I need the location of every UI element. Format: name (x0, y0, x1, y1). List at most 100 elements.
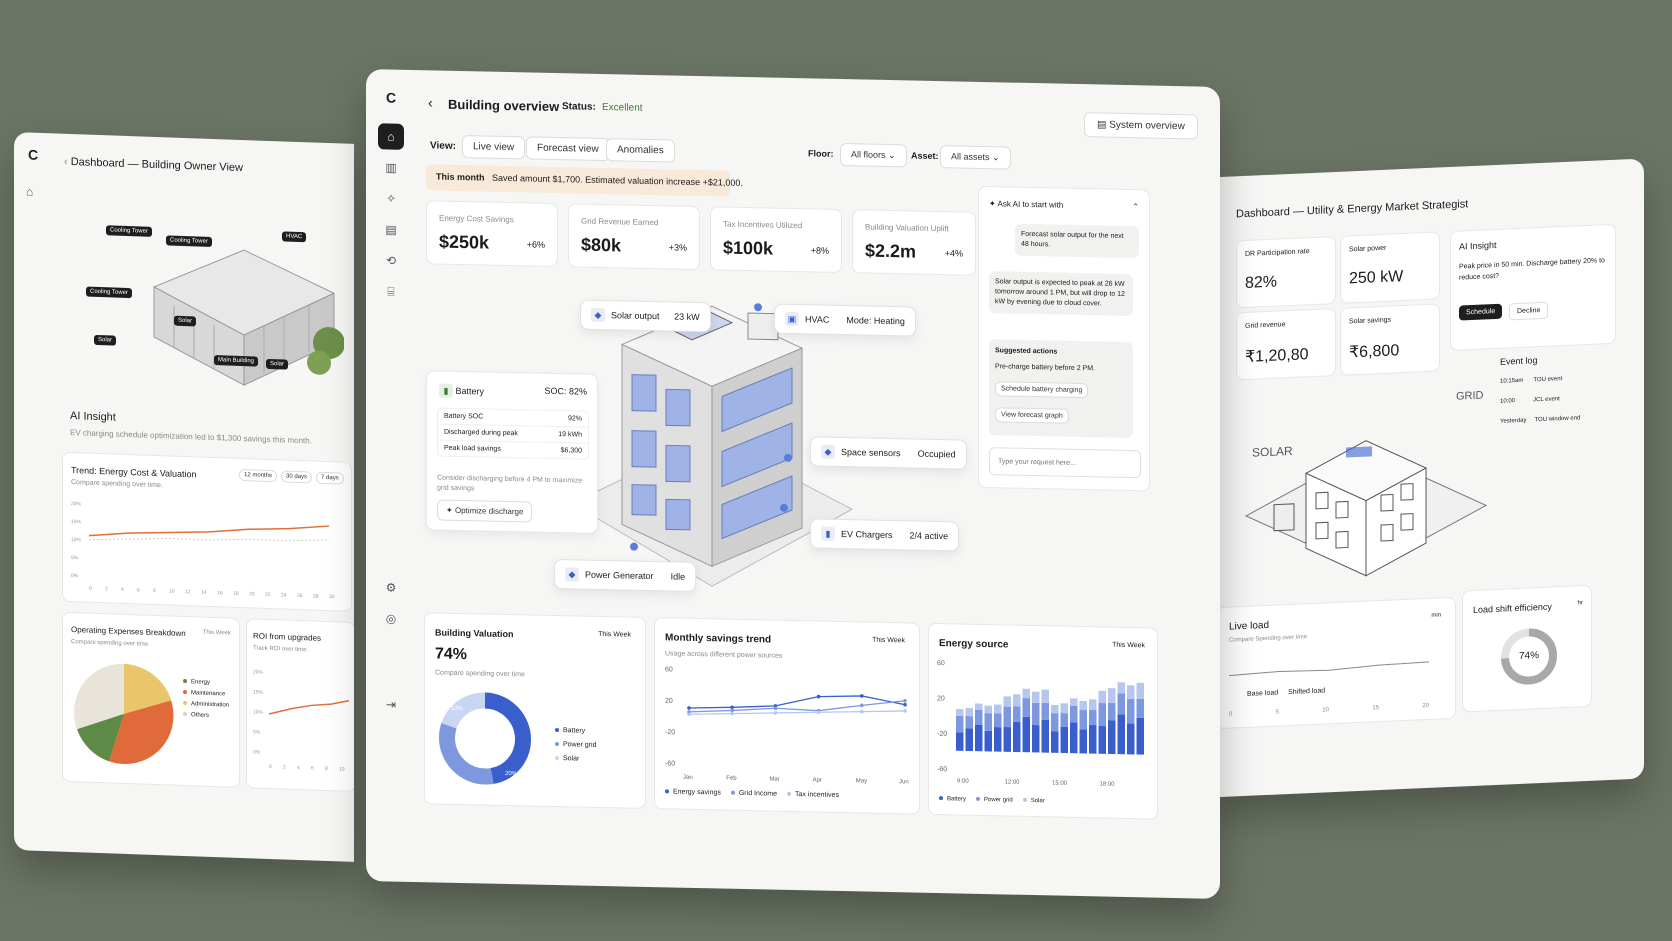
savings-legend: Energy savings Grid Income Tax incentive… (665, 788, 839, 799)
collapse-chevron-icon[interactable]: ⌃ (1132, 202, 1139, 211)
energy-bar-segment (1117, 693, 1125, 715)
sidebar-sparkle-icon[interactable]: ✧ (378, 185, 404, 212)
back-icon[interactable]: ‹ (64, 156, 71, 168)
energy-bar-segment (965, 707, 973, 717)
solar-power-value: 250 kW (1349, 268, 1404, 288)
roi-card: ROI from upgrades Track ROI over time. 2… (246, 618, 354, 793)
energy-bar-segment (1070, 722, 1078, 754)
energy-bar-segment (994, 704, 1002, 714)
opex-title: Operating Expenses Breakdown (71, 625, 186, 639)
kpi-valuation-uplift: Building Valuation Uplift $2.2m +4% (852, 209, 976, 276)
ev-chargers-chip[interactable]: ▮ EV Chargers 2/4 active (810, 518, 960, 552)
energy-xtick: 18:00 (1100, 781, 1116, 787)
event-item-1[interactable]: 10:15am TOU event (1500, 373, 1630, 385)
savings-point (903, 709, 907, 713)
tag-solar-1[interactable]: Solar (94, 334, 117, 346)
savings-point (687, 706, 691, 710)
tag-cooling-tower-1[interactable]: Cooling Tower (106, 225, 152, 237)
tab-live-view[interactable]: Live view (462, 135, 526, 160)
tag-main-building[interactable]: Main Building (214, 355, 259, 367)
trend-x-10: 20 (249, 591, 255, 597)
solar-output-chip[interactable]: ◆ Solar output 23 kW (580, 299, 711, 333)
savings-period[interactable]: This Week (872, 637, 905, 645)
sidebar-route-icon[interactable]: ⟲ (378, 247, 404, 274)
range-12-months[interactable]: 12 months (239, 468, 278, 483)
space-sensors-chip[interactable]: ◆ Space sensors Occupied (810, 436, 967, 470)
sidebar-bank-icon[interactable]: ⌸ (378, 278, 404, 305)
system-overview-button[interactable]: ▤ System overview (1084, 112, 1198, 140)
solar-savings-label: Solar savings (1349, 316, 1392, 326)
load-shift-period[interactable]: hr (1578, 600, 1583, 606)
hvac-chip[interactable]: ▣ HVAC Mode: Heating (774, 303, 916, 337)
status-badge: Excellent (602, 101, 643, 114)
tab-anomalies[interactable]: Anomalies (606, 138, 675, 163)
tag-cooling-tower-2[interactable]: Cooling Tower (166, 235, 212, 247)
live-load-period[interactable]: min (1431, 612, 1441, 618)
savings-point (730, 705, 734, 710)
range-30-days[interactable]: 30 days (281, 470, 313, 484)
event-log-title: Event log (1500, 355, 1538, 367)
kpi-grid-label: Grid Revenue Earned (581, 216, 659, 228)
header-back-icon[interactable]: ‹ (428, 94, 433, 110)
roi-x-3: 6 (311, 765, 314, 771)
event-item-3[interactable]: Yesterday TOU window end (1500, 413, 1630, 425)
center-logo: C (385, 89, 397, 106)
kpi-energy-label: Energy Cost Savings (439, 213, 514, 225)
roi-x-0: 0 (269, 764, 272, 770)
range-7-days[interactable]: 7 days (316, 471, 344, 485)
right-ai-insight-card: AI Insight Peak price in 50 min. Dischar… (1450, 223, 1616, 351)
dr-participation-card: DR Participation rate 82% (1236, 235, 1336, 309)
left-page-title: ‹ Dashboard — Building Owner View (64, 155, 243, 175)
tab-forecast-view[interactable]: Forecast view (526, 136, 610, 162)
energy-ytick: 60 (937, 660, 945, 667)
ai-panel-title: Ask AI to start with (997, 199, 1064, 210)
opex-legend-others: Others (183, 710, 229, 723)
energy-bar-segment (1108, 702, 1116, 721)
power-generator-chip[interactable]: ◆ Power Generator Idle (554, 558, 697, 592)
roi-chart: 20% 15% 10% 5% 0% 0 2 4 6 8 10 (253, 669, 350, 773)
floor-select[interactable]: All floors ⌄ (840, 142, 907, 168)
trend-x-3: 6 (137, 587, 140, 593)
energy-period[interactable]: This Week (1112, 642, 1145, 650)
event-log: Event log 10:15am TOU event 10:00 JCL even… (1500, 351, 1630, 425)
trend-subtitle: Compare spending over time. (71, 479, 163, 490)
trend-x-1: 2 (105, 586, 108, 592)
kpi-grid-revenue: Grid Revenue Earned $80k +3% (568, 203, 700, 271)
view-forecast-graph-button[interactable]: View forecast graph (995, 407, 1069, 424)
energy-bar-segment (984, 713, 992, 731)
kpi-tax-value: $100k (723, 237, 774, 259)
opex-period[interactable]: This Week (203, 630, 231, 637)
legend-energy-battery: Battery (939, 796, 966, 803)
sidebar-chart-icon[interactable]: ▥ (378, 154, 404, 181)
schedule-battery-charging-button[interactable]: Schedule battery charging (995, 381, 1089, 399)
sidebar-building-icon[interactable]: ▤ (378, 216, 404, 243)
schedule-button[interactable]: Schedule (1459, 303, 1503, 321)
hvac-icon: ▣ (785, 311, 799, 327)
sidebar-support-icon[interactable]: ◎ (378, 605, 404, 632)
energy-bar-segment (1079, 700, 1087, 711)
sidebar-settings-icon[interactable]: ⚙ (378, 574, 404, 601)
valuation-period[interactable]: This Week (598, 631, 631, 639)
banner-text: Saved amount $1,700. Estimated valuation… (492, 172, 743, 188)
kpi-tax-incentives: Tax Incentives Utilized $100k +8% (710, 206, 842, 274)
ai-request-input[interactable] (989, 447, 1141, 479)
energy-bar-segment (1089, 724, 1097, 754)
savings-ytick: -20 (665, 729, 675, 736)
energy-bar-chart: 60 20 -20 -60 9:00 12:00 15:00 18:00 (937, 660, 1144, 788)
energy-xtick: 12:00 (1005, 779, 1021, 785)
decline-button[interactable]: Decline (1509, 301, 1549, 321)
asset-select[interactable]: All assets ⌄ (940, 145, 1011, 170)
event-item-2[interactable]: 10:00 JCL event (1500, 393, 1630, 405)
tag-solar-2[interactable]: Solar (174, 315, 197, 327)
sidebar-logout-icon[interactable]: ⇥ (378, 691, 404, 718)
sidebar-home-icon[interactable]: ⌂ (378, 123, 404, 150)
energy-bar-segment (975, 724, 983, 752)
building-valuation-card: Building Valuation This Week 74% Compare… (424, 612, 646, 809)
energy-bar-segment (1070, 705, 1078, 723)
optimize-discharge-button[interactable]: ✦ Optimize discharge (437, 499, 533, 523)
energy-bar-segment (1117, 682, 1125, 694)
tag-solar-3[interactable]: Solar (266, 358, 289, 370)
home-icon[interactable]: ⌂ (26, 184, 33, 198)
tag-cooling-tower-3[interactable]: Cooling Tower (86, 286, 132, 299)
tag-hvac[interactable]: HVAC (282, 231, 307, 243)
